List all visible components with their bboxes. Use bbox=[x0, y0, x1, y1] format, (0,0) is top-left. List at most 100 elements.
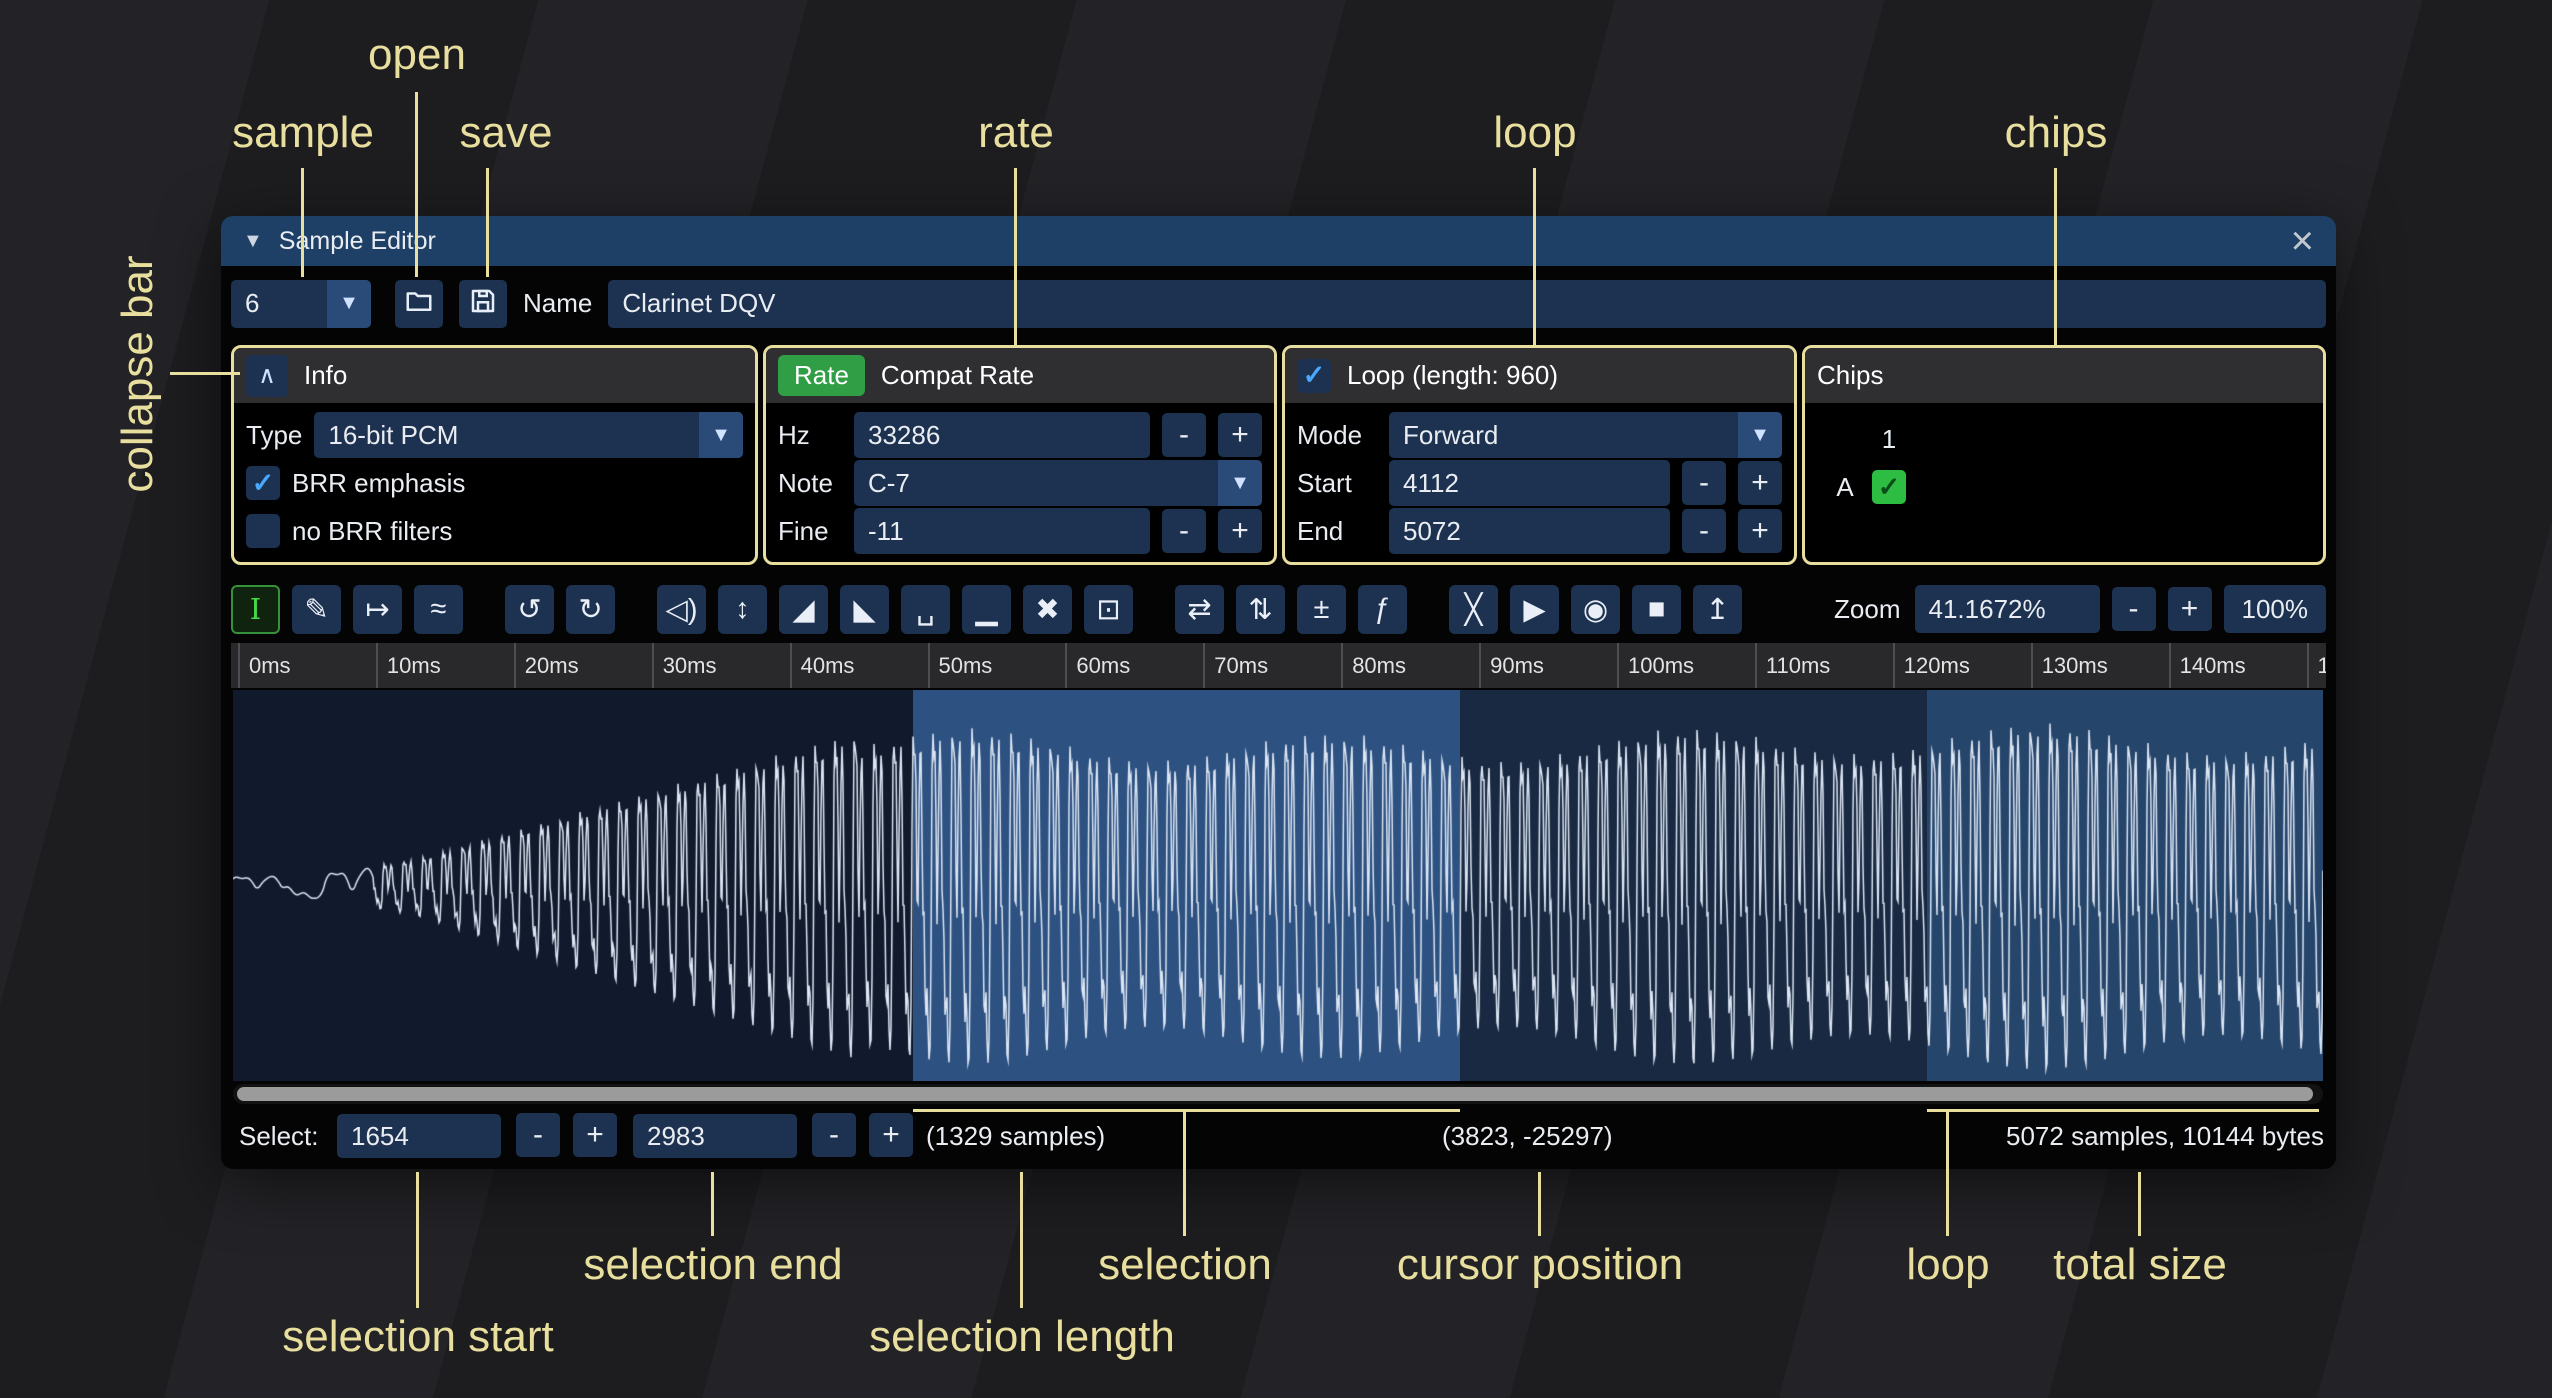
loop-end-minus-button[interactable]: - bbox=[1682, 509, 1726, 553]
apply-silence-icon: ▁ bbox=[975, 592, 997, 627]
ruler-tick: 50ms bbox=[928, 643, 993, 688]
collapse-bar-button[interactable]: ∧ bbox=[246, 355, 288, 397]
window-collapse-icon[interactable]: ▼ bbox=[243, 230, 263, 253]
waveform-display[interactable] bbox=[233, 690, 2323, 1081]
crossfade-button[interactable]: ╳ bbox=[1449, 585, 1498, 634]
signedness-button[interactable]: ± bbox=[1297, 585, 1346, 634]
redo-button[interactable]: ↻ bbox=[566, 585, 615, 634]
hz-plus-button[interactable]: + bbox=[1218, 413, 1262, 457]
annotation-rate: rate bbox=[978, 108, 1054, 158]
undo-button[interactable]: ↺ bbox=[505, 585, 554, 634]
sample-number: 6 bbox=[245, 288, 259, 319]
loop-panel: ✓ Loop (length: 960) Mode Forward ▼ Star… bbox=[1282, 345, 1797, 565]
chevron-down-icon: ▼ bbox=[699, 412, 743, 458]
zoom-input[interactable]: 41.1672% bbox=[1915, 585, 2100, 633]
brr-emphasis-checkbox[interactable]: ✓ bbox=[246, 466, 280, 500]
resize-button[interactable]: ↦ bbox=[353, 585, 402, 634]
fade-in-button[interactable]: ◢ bbox=[779, 585, 828, 634]
no-brr-filters-checkbox[interactable]: ✓ bbox=[246, 514, 280, 548]
play-cursor-icon: ◉ bbox=[1583, 592, 1608, 627]
save-button[interactable] bbox=[459, 280, 507, 328]
scrollbar-thumb[interactable] bbox=[237, 1087, 2313, 1101]
edit-cursor-button[interactable]: I bbox=[231, 585, 280, 634]
loop-mode-select[interactable]: Forward ▼ bbox=[1389, 412, 1782, 458]
timeline-ruler[interactable]: 0ms10ms20ms30ms40ms50ms60ms70ms80ms90ms1… bbox=[231, 643, 2326, 688]
insert-silence-button[interactable]: ␣ bbox=[901, 585, 950, 634]
chips-panel-title: Chips bbox=[1817, 360, 1883, 391]
selection-length-text: (1329 samples) bbox=[926, 1113, 1105, 1159]
loop-end-plus-button[interactable]: + bbox=[1738, 509, 1782, 553]
titlebar[interactable]: ▼ Sample Editor × bbox=[221, 216, 2336, 266]
hz-input[interactable]: 33286 bbox=[854, 412, 1150, 458]
open-button[interactable] bbox=[395, 280, 443, 328]
annotation-collapse-bar: collapse bar bbox=[113, 255, 163, 492]
resample-button[interactable]: ≈ bbox=[414, 585, 463, 634]
name-value: Clarinet DQV bbox=[622, 288, 775, 319]
apply-silence-button[interactable]: ▁ bbox=[962, 585, 1011, 634]
normalize-button[interactable]: ↕ bbox=[718, 585, 767, 634]
annotation-chips: chips bbox=[2005, 108, 2108, 158]
zoom-out-button[interactable]: - bbox=[2112, 587, 2156, 631]
annotation-cursor-position: cursor position bbox=[1397, 1240, 1683, 1290]
hz-minus-button[interactable]: - bbox=[1162, 413, 1206, 457]
normalize-icon: ↕ bbox=[735, 593, 750, 626]
insert-silence-icon: ␣ bbox=[916, 592, 934, 627]
stop-icon: ■ bbox=[1648, 593, 1666, 626]
chevron-down-icon: ▼ bbox=[1738, 412, 1782, 458]
pencil-button[interactable]: ✎ bbox=[292, 585, 341, 634]
delete-button[interactable]: ✖ bbox=[1023, 585, 1072, 634]
amplify-button[interactable]: ◁) bbox=[657, 585, 706, 634]
fade-out-button[interactable]: ◣ bbox=[840, 585, 889, 634]
annotation-sample: sample bbox=[232, 108, 374, 158]
name-input[interactable]: Clarinet DQV bbox=[608, 280, 2326, 328]
annotation-selection-length: selection length bbox=[869, 1312, 1175, 1362]
ruler-tick: 80ms bbox=[1341, 643, 1406, 688]
ruler-tick: 20ms bbox=[514, 643, 579, 688]
fine-minus-button[interactable]: - bbox=[1162, 509, 1206, 553]
import-button[interactable]: ↥ bbox=[1693, 585, 1742, 634]
filter-button[interactable]: ƒ bbox=[1358, 585, 1407, 634]
selection-start-input[interactable]: 1654 bbox=[337, 1114, 501, 1158]
selection-start-plus-button[interactable]: + bbox=[573, 1113, 617, 1157]
type-select[interactable]: 16-bit PCM ▼ bbox=[314, 412, 743, 458]
annotation-line-selection-end bbox=[711, 1172, 714, 1236]
waveform-scrollbar[interactable] bbox=[233, 1084, 2323, 1104]
note-select[interactable]: C-7 ▼ bbox=[854, 460, 1262, 506]
close-icon[interactable]: × bbox=[2291, 221, 2314, 261]
selection-end-input[interactable]: 2983 bbox=[633, 1114, 797, 1158]
panels-row: ∧ Info Type 16-bit PCM ▼ ✓ BRR emphasis bbox=[231, 345, 2326, 565]
selection-end-plus-button[interactable]: + bbox=[869, 1113, 913, 1157]
rate-panel-title: Compat Rate bbox=[881, 360, 1034, 391]
annotation-loop-bottom: loop bbox=[1906, 1240, 1989, 1290]
fade-out-icon: ◣ bbox=[853, 592, 875, 627]
invert-button[interactable]: ⇅ bbox=[1236, 585, 1285, 634]
zoom-reset-button[interactable]: 100% bbox=[2224, 585, 2327, 633]
zoom-in-button[interactable]: + bbox=[2168, 587, 2212, 631]
selection-end-minus-button[interactable]: - bbox=[812, 1113, 856, 1157]
fine-plus-button[interactable]: + bbox=[1218, 509, 1262, 553]
loop-end-input[interactable]: 5072 bbox=[1389, 508, 1670, 554]
play-cursor-button[interactable]: ◉ bbox=[1571, 585, 1620, 634]
loop-start-input[interactable]: 4112 bbox=[1389, 460, 1670, 506]
loop-start-plus-button[interactable]: + bbox=[1738, 461, 1782, 505]
folder-icon bbox=[404, 286, 434, 321]
selection-start-minus-button[interactable]: - bbox=[516, 1113, 560, 1157]
sample-selector[interactable]: 6 ▼ bbox=[231, 280, 371, 328]
trim-button[interactable]: ⊡ bbox=[1084, 585, 1133, 634]
fine-input[interactable]: -11 bbox=[854, 508, 1150, 554]
annotation-open: open bbox=[368, 30, 466, 80]
window-title: Sample Editor bbox=[279, 227, 436, 256]
loop-enable-checkbox[interactable]: ✓ bbox=[1297, 359, 1331, 393]
waveform-canvas[interactable] bbox=[233, 690, 2323, 1081]
annotation-loop: loop bbox=[1493, 108, 1576, 158]
loop-start-label: Start bbox=[1297, 468, 1377, 499]
chip-enable-checkbox[interactable]: ✓ bbox=[1872, 470, 1906, 504]
ruler-tick: 90ms bbox=[1479, 643, 1544, 688]
stop-button[interactable]: ■ bbox=[1632, 585, 1681, 634]
play-button[interactable]: ▶ bbox=[1510, 585, 1559, 634]
loop-mode-value: Forward bbox=[1403, 420, 1498, 451]
filter-icon: ƒ bbox=[1374, 593, 1390, 626]
reverse-button[interactable]: ⇄ bbox=[1175, 585, 1224, 634]
loop-start-minus-button[interactable]: - bbox=[1682, 461, 1726, 505]
rate-tag[interactable]: Rate bbox=[778, 355, 865, 396]
